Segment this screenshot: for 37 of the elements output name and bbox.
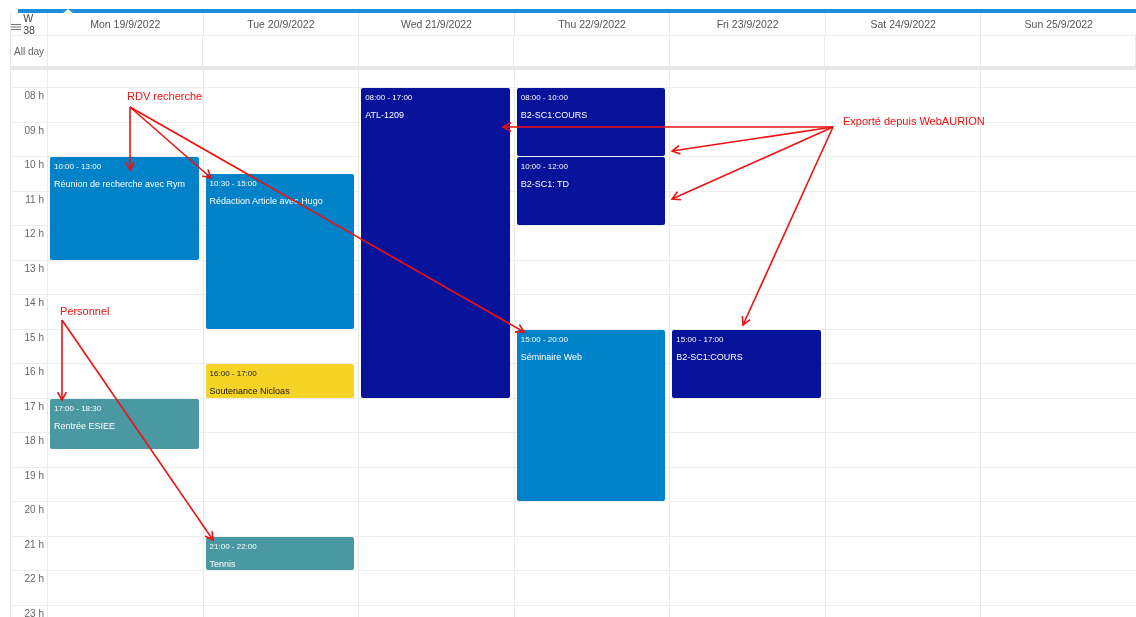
day-header[interactable]: Sat 24/9/2022 — [870, 18, 936, 30]
hour-label: 23 h — [24, 607, 44, 617]
day-header[interactable]: Wed 21/9/2022 — [400, 18, 472, 30]
hour-label: 08 h — [24, 90, 44, 101]
week-number: W 38 — [23, 12, 36, 36]
day-header[interactable]: Tue 20/9/2022 — [247, 18, 315, 30]
hour-label: 16 h — [24, 366, 44, 377]
calendar-event[interactable]: 16:00 - 17:00 Soutenance Nicloas — [205, 364, 355, 398]
hour-label: 12 h — [24, 228, 44, 239]
day-header[interactable]: Sun 25/9/2022 — [1024, 18, 1093, 30]
hour-label: 10 h — [24, 159, 44, 170]
hour-label: 09 h — [24, 124, 44, 136]
annotation-label: Exporté depuis WebAURION — [843, 115, 985, 127]
hour-label: 21 h — [24, 538, 44, 550]
all-day-label: All day — [14, 45, 44, 57]
calendar-event[interactable]: 10:00 - 12:00 B2-SC1: TD — [516, 157, 666, 225]
hour-label: 13 h — [24, 262, 44, 274]
day-header[interactable]: Mon 19/9/2022 — [90, 18, 161, 30]
hour-label: 11 h — [25, 193, 44, 205]
calendar-event[interactable]: 08:00 - 10:00 B2-SC1:COURS — [516, 88, 666, 156]
calendar-event[interactable]: 08:00 - 17:00 ATL-1209 — [361, 88, 510, 398]
calendar-event[interactable]: 15:00 - 17:00 B2-SC1:COURS — [672, 329, 821, 398]
day-header[interactable]: Thu 22/9/2022 — [558, 18, 626, 30]
annotation-label: RDV recherche — [127, 90, 203, 102]
calendar-event[interactable]: 10:00 - 13:00 Réunion de recherche avec Rym — [50, 157, 199, 260]
hour-label: 20 h — [24, 504, 44, 515]
annotation-label: Personnel — [60, 305, 110, 317]
day-header[interactable]: Fri 23/9/2022 — [716, 18, 779, 30]
calendar-event[interactable]: 15:00 - 20:00 Séminaire Web — [516, 329, 666, 501]
hour-label: 17 h — [24, 400, 44, 412]
hour-label: 14 h — [24, 297, 44, 308]
hour-label: 22 h — [24, 573, 44, 584]
hour-label: 15 h — [24, 331, 44, 343]
hour-label: 18 h — [24, 435, 44, 446]
calendar-event[interactable]: 10:30 - 15:00 Rédaction Article avec Hugo — [205, 174, 355, 329]
hour-label: 19 h — [24, 469, 44, 481]
menu-icon[interactable] — [11, 23, 22, 31]
